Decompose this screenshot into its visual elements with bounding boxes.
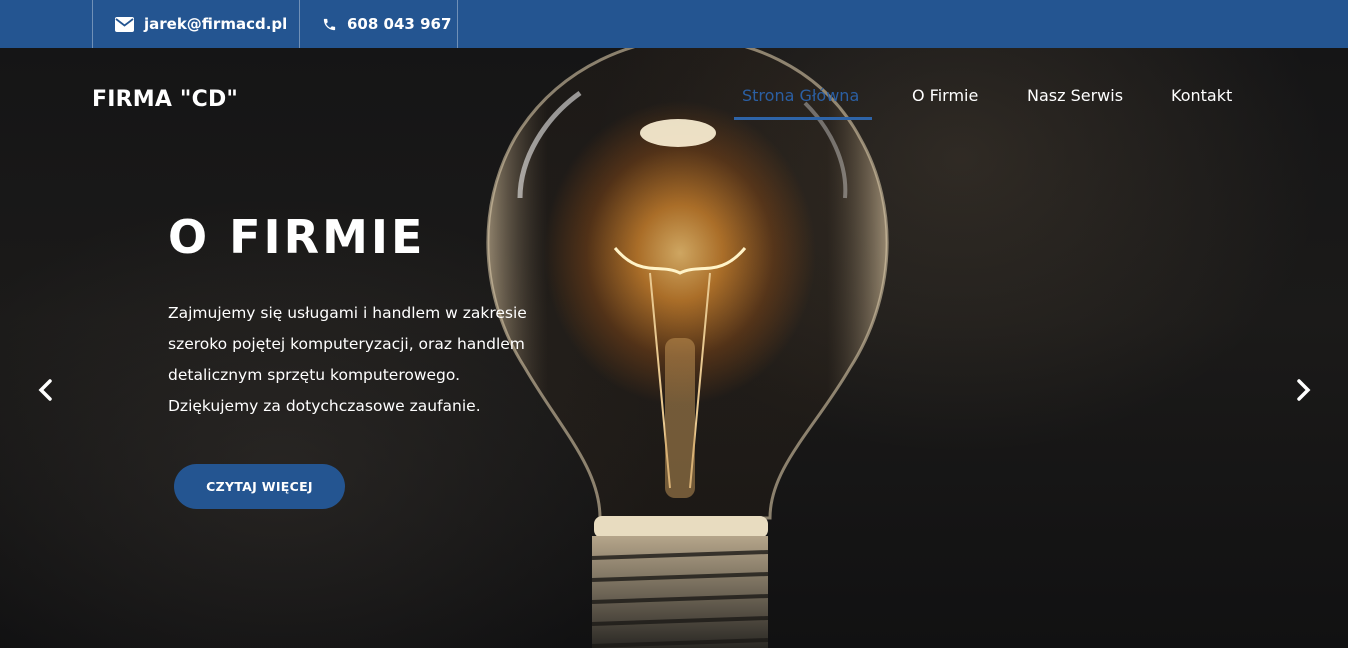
read-more-button[interactable]: CZYTAJ WIĘCEJ [174, 464, 345, 509]
chevron-right-icon [1297, 379, 1311, 401]
contact-bar: jarek@firmacd.pl 608 043 967 [0, 0, 1348, 48]
nav-service[interactable]: Nasz Serwis [1027, 86, 1123, 105]
phone-text: 608 043 967 [347, 15, 452, 33]
phone-icon [323, 18, 336, 30]
email-contact[interactable]: jarek@firmacd.pl [92, 0, 300, 48]
hero-title: O FIRMIE [168, 210, 426, 264]
email-text: jarek@firmacd.pl [144, 15, 288, 33]
nav-active-indicator [734, 117, 872, 120]
nav-home[interactable]: Strona Główna [742, 86, 859, 105]
hero-description-line: detalicznym sprzętu komputerowego. [168, 366, 461, 384]
nav-about[interactable]: O Firmie [912, 86, 978, 105]
chevron-left-icon [38, 379, 52, 401]
hero-description-line: Dziękujemy za dotychczasowe zaufanie. [168, 397, 481, 415]
envelope-icon [115, 16, 134, 32]
hero-description-line: szeroko pojętej komputeryzacji, oraz han… [168, 335, 525, 353]
hero-description-line: Zajmujemy się usługami i handlem w zakre… [168, 304, 527, 322]
slider-next-button[interactable] [1292, 376, 1316, 404]
site-logo[interactable]: FIRMA "CD" [92, 87, 238, 112]
nav-contact[interactable]: Kontakt [1171, 86, 1232, 105]
slider-prev-button[interactable] [33, 376, 57, 404]
phone-contact[interactable]: 608 043 967 [299, 0, 458, 48]
hero-description: Zajmujemy się usługami i handlem w zakre… [168, 298, 568, 422]
